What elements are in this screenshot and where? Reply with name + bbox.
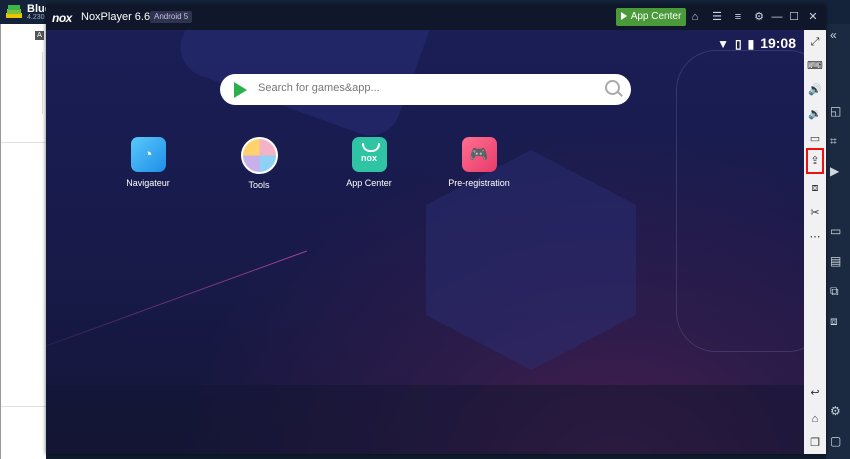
search-placeholder: Search for games&app... [258, 82, 380, 94]
search-bar[interactable]: Search for games&app... [220, 74, 631, 105]
app-navigateur[interactable]: ◔ Navigateur [108, 137, 188, 188]
bluestacks-logo-icon [6, 5, 22, 18]
settings-icon[interactable]: ⚙ [752, 10, 766, 24]
bluestacks-tool-icon[interactable]: ▤ [830, 254, 841, 268]
home-icon[interactable]: ⌂ [804, 411, 826, 427]
navigator-icon: ◔ [130, 137, 166, 172]
bluestacks-tool-icon[interactable]: ▢ [830, 434, 841, 448]
app-pre-registration[interactable]: 🎮 Pre-registration [439, 137, 519, 188]
play-store-icon [620, 12, 627, 21]
bluestacks-left-panel: A [0, 24, 47, 459]
tools-icon [240, 137, 278, 174]
minimize-icon[interactable]: — [770, 10, 784, 24]
screen-icon[interactable]: ▭ [804, 131, 826, 147]
bluestacks-video-icon[interactable]: ▶ [830, 164, 839, 178]
more-icon[interactable]: ⋯ [804, 229, 826, 245]
bluestacks-tool-icon[interactable]: ⧈ [830, 314, 838, 329]
expand-icon[interactable]: ⤢ [804, 34, 826, 50]
bluestacks-tool-icon[interactable]: ◱ [830, 104, 841, 118]
volume-down-icon[interactable]: 🔉 [804, 106, 826, 122]
gamepad-icon: 🎮 [461, 137, 497, 172]
status-bar: ▼ ▯ ▮ 19:08 [717, 35, 796, 51]
battery-icon: ▮ [747, 37, 755, 52]
app-center-icon: nox [351, 137, 387, 172]
app-app-center[interactable]: nox App Center [329, 137, 409, 188]
bluestacks-tool-icon[interactable]: ⌗ [830, 134, 837, 149]
bluestacks-settings-icon[interactable]: ⚙ [830, 404, 841, 418]
wifi-icon: ▼ [717, 37, 729, 52]
search-icon[interactable] [605, 80, 620, 95]
multi-instance-icon[interactable]: ⧈ [804, 180, 826, 196]
recent-apps-icon[interactable]: ❐ [804, 435, 826, 451]
app-tools[interactable]: Tools [219, 137, 299, 190]
google-play-icon [234, 82, 247, 98]
app-label: App Center [346, 178, 392, 188]
bluestacks-copy-icon[interactable]: ⧉ [830, 284, 839, 299]
keyboard-icon[interactable]: ⌨ [804, 58, 826, 74]
nox-logo: nox [52, 11, 72, 25]
user-icon[interactable]: ☰ [710, 10, 724, 24]
volume-up-icon[interactable]: 🔊 [804, 82, 826, 98]
app-label: Navigateur [126, 178, 170, 188]
bluestacks-collapse-icon[interactable]: « [830, 28, 837, 42]
close-icon[interactable]: ✕ [806, 10, 820, 24]
bluestacks-right-toolbar: « ◱ ⌗ ▶ ▭ ▤ ⧉ ⧈ ⚙ ▢ [826, 24, 850, 459]
scissors-icon[interactable]: ✂ [804, 205, 826, 221]
apk-install-icon[interactable]: ⇪ [804, 153, 826, 169]
android-version-badge: Android 5 [150, 11, 193, 23]
maximize-icon[interactable]: ☐ [787, 10, 801, 24]
app-center-button-label: App Center [630, 11, 682, 22]
bluestacks-camera-icon[interactable]: ▭ [830, 224, 841, 238]
nox-side-toolbar: ⤢ ⌨ 🔊 🔉 ▭ ⇪ ⧈ ✂ ⋯ ↩ ⌂ ❐ [804, 30, 826, 454]
nox-title-bar: nox NoxPlayer 6.6.1.3 Android 5 App Cent… [46, 5, 826, 30]
no-sim-icon: ▯ [734, 37, 742, 52]
clock: 19:08 [760, 35, 796, 51]
app-label: Tools [248, 180, 270, 190]
bluestacks-version: 4.230 [27, 14, 45, 21]
app-center-button[interactable]: App Center [616, 8, 686, 26]
nox-window: nox NoxPlayer 6.6.1.3 Android 5 App Cent… [46, 5, 826, 454]
bluestacks-panel-square[interactable]: A [35, 31, 44, 40]
theme-icon[interactable]: ⌂ [688, 10, 702, 24]
back-icon[interactable]: ↩ [804, 385, 826, 401]
app-label: Pre-registration [448, 178, 510, 188]
android-home-screen: ▼ ▯ ▮ 19:08 Search for games&app... ◔ Navig… [46, 30, 804, 454]
menu-icon[interactable]: ≡ [731, 10, 745, 24]
